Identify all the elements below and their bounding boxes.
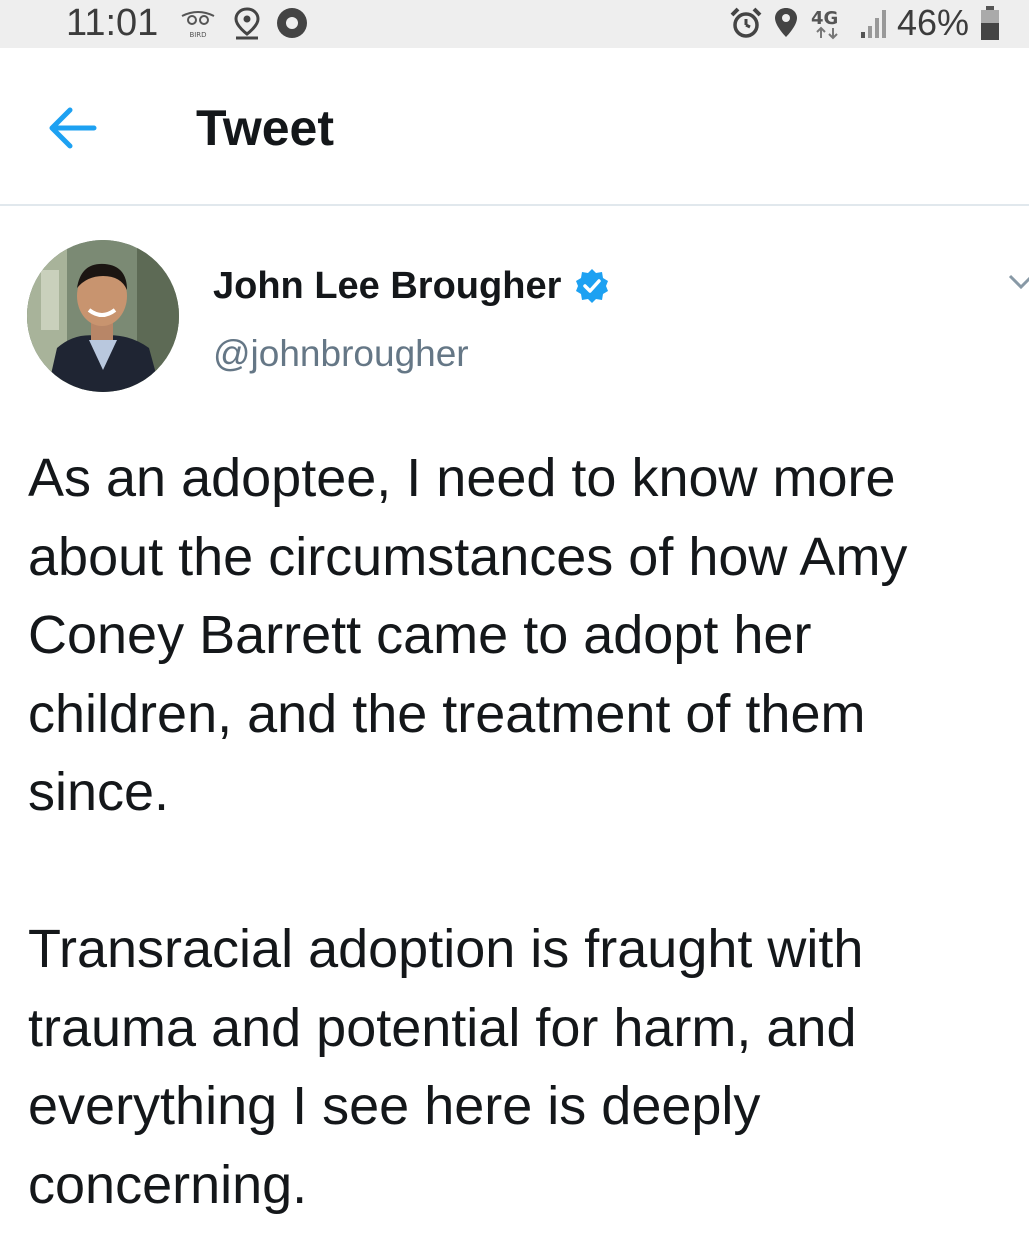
location-icon	[773, 6, 799, 40]
battery-percent: 46%	[896, 2, 969, 43]
signal-icon	[859, 6, 887, 40]
status-time: 11:01	[66, 2, 159, 44]
battery-icon	[979, 5, 1001, 41]
svg-text:BIRD: BIRD	[189, 31, 206, 39]
arrow-left-icon	[44, 104, 100, 152]
tweet-menu-button[interactable]	[1006, 272, 1029, 292]
chevron-down-icon	[1006, 272, 1029, 292]
tweet-paragraph: As an adoptee, I need to know more about…	[28, 448, 908, 822]
4g-icon: 4G	[809, 6, 849, 40]
notification-dot-icon	[276, 7, 308, 39]
back-button[interactable]	[44, 104, 100, 152]
location-pin-icon	[232, 6, 262, 40]
status-right-icons: 4G 46%	[729, 2, 1001, 44]
avatar[interactable]	[27, 240, 179, 392]
tweet-text: As an adoptee, I need to know more about…	[28, 439, 1018, 1224]
alarm-icon	[729, 6, 763, 40]
verified-badge-icon	[573, 267, 611, 305]
author-name-text: John Lee Brougher	[213, 265, 562, 307]
status-left-icons: BIRD	[178, 6, 308, 40]
page-title: Tweet	[196, 100, 334, 156]
tweet: John Lee Brougher @johnbrougher As an ad…	[0, 206, 1029, 1245]
status-bar: 11:01 BIRD 4G 46%	[0, 0, 1029, 48]
author-handle[interactable]: @johnbrougher	[213, 332, 469, 376]
author-name[interactable]: John Lee Brougher	[213, 264, 611, 308]
bird-icon: BIRD	[178, 6, 218, 40]
app-bar: Tweet	[0, 48, 1029, 206]
svg-text:4G: 4G	[811, 8, 838, 29]
tweet-paragraph: Transracial adoption is fraught with tra…	[28, 919, 864, 1215]
